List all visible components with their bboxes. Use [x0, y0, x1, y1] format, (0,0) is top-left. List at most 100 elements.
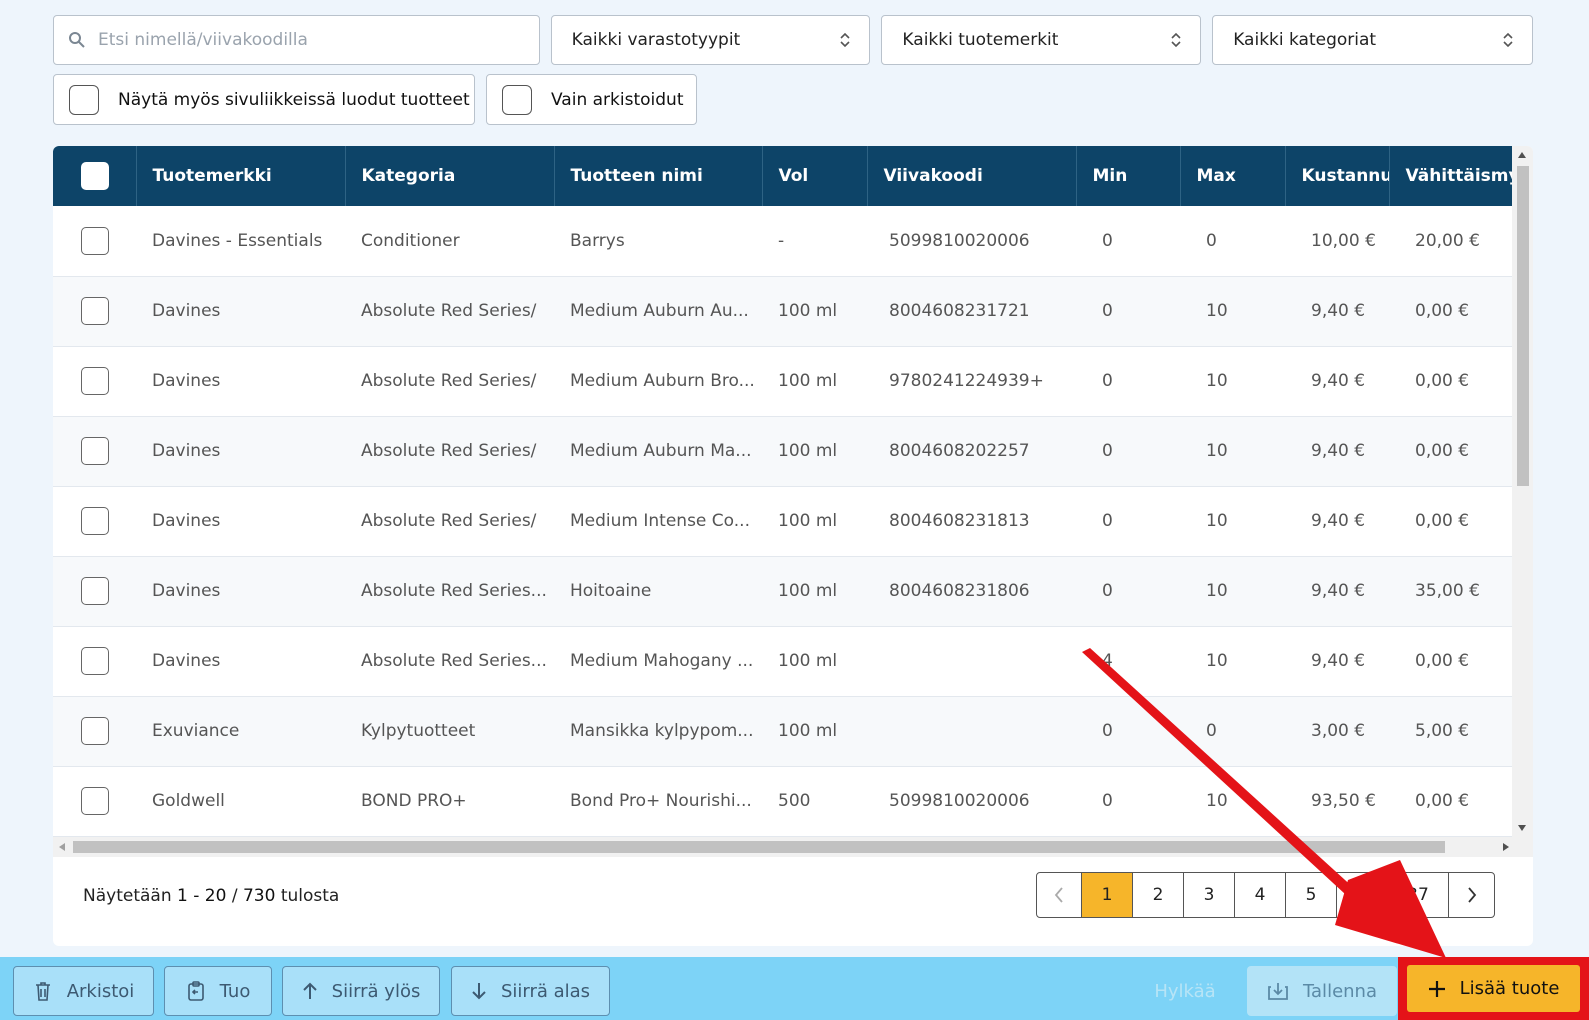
cell-barcode: 8004608202257	[889, 441, 1030, 461]
archive-button[interactable]: Arkistoi	[13, 966, 154, 1016]
row-checkbox[interactable]	[81, 787, 109, 815]
save-button[interactable]: Tallenna	[1247, 966, 1397, 1016]
row-select-cell[interactable]	[53, 206, 136, 276]
scroll-right-icon[interactable]	[1503, 843, 1509, 851]
scroll-up-icon[interactable]	[1518, 152, 1526, 158]
row-checkbox[interactable]	[81, 647, 109, 675]
move-down-button[interactable]: Siirrä alas	[451, 966, 610, 1016]
cell-category: Absolute Red Series/	[361, 301, 537, 321]
row-checkbox[interactable]	[81, 717, 109, 745]
cell-vol: 100 ml	[778, 581, 838, 601]
cell-max: 10	[1206, 651, 1228, 671]
scroll-down-icon[interactable]	[1518, 825, 1526, 831]
cell-brand: Davines	[152, 651, 221, 671]
cell-min: 0	[1102, 581, 1113, 601]
col-min[interactable]: Min	[1076, 146, 1181, 206]
row-checkbox[interactable]	[81, 437, 109, 465]
row-checkbox[interactable]	[81, 297, 109, 325]
table-row[interactable]: Davines Absolute Red Series/Medium Auburn…	[53, 416, 1512, 486]
prev-page-button[interactable]	[1037, 873, 1082, 917]
checkbox-box[interactable]	[69, 84, 99, 115]
col-brand[interactable]: Tuotemerkki	[136, 146, 346, 206]
page-button-4[interactable]: 4	[1235, 873, 1286, 917]
table-row[interactable]: Davines - Essentials Conditioner Barrys - 50…	[53, 206, 1512, 276]
table-row[interactable]: Davines Absolute Red Series/Medium Auburn…	[53, 276, 1512, 346]
row-select-cell[interactable]	[53, 346, 136, 416]
cell-retail: 35,00 €	[1415, 581, 1480, 601]
row-checkbox[interactable]	[81, 226, 109, 255]
cell-brand: Davines	[152, 581, 221, 601]
cell-category: Conditioner	[361, 230, 460, 251]
col-product-name[interactable]: Tuotteen nimi	[554, 146, 763, 206]
row-select-cell[interactable]	[53, 416, 136, 486]
cell-retail: 0,00 €	[1415, 301, 1470, 321]
move-up-label: Siirrä ylös	[331, 980, 421, 1002]
cell-barcode	[867, 626, 1076, 696]
page-button-3[interactable]: 3	[1184, 873, 1235, 917]
pagination-summary: Näytetään 1 - 20 / 730 tulosta	[83, 886, 339, 906]
col-category[interactable]: Kategoria	[345, 146, 555, 206]
import-button[interactable]: Tuo	[164, 966, 272, 1016]
col-retail[interactable]: Vähittäismy	[1389, 146, 1513, 206]
discard-button[interactable]: Hylkää	[1145, 966, 1225, 1016]
page-button-1[interactable]: 1	[1082, 873, 1133, 917]
cell-brand: Davines	[152, 371, 221, 391]
select-all-checkbox[interactable]	[81, 162, 109, 190]
col-max[interactable]: Max	[1180, 146, 1286, 206]
category-select[interactable]: Kaikki kategoriat	[1212, 15, 1533, 65]
page-button-2[interactable]: 2	[1133, 873, 1184, 917]
row-select-cell[interactable]	[53, 556, 136, 626]
col-barcode[interactable]: Viivakoodi	[867, 146, 1077, 206]
vertical-scrollbar[interactable]	[1512, 146, 1533, 837]
row-checkbox[interactable]	[81, 507, 109, 535]
search-field[interactable]	[53, 15, 540, 65]
table-row[interactable]: Davines Absolute Red Series/Medium Auburn…	[53, 346, 1512, 416]
cell-cost: 93,50 €	[1311, 791, 1376, 811]
archive-label: Arkistoi	[66, 980, 135, 1002]
next-page-button[interactable]	[1449, 873, 1494, 917]
cell-barcode: 5099810020006	[889, 791, 1030, 811]
add-product-button[interactable]: Lisää tuote	[1407, 965, 1580, 1012]
cell-product-name: Medium Mahogany ...	[570, 651, 754, 671]
cell-vol: 100 ml	[778, 651, 838, 671]
stock-type-select[interactable]: Kaikki varastotyypit	[550, 15, 871, 65]
category-value: Kaikki kategoriat	[1233, 30, 1377, 50]
table-row[interactable]: Davines Absolute Red Series... Medium Maho…	[53, 626, 1512, 696]
row-select-cell[interactable]	[53, 276, 136, 346]
col-cost[interactable]: Kustannus	[1285, 146, 1390, 206]
archived-only-checkbox[interactable]: Vain arkistoidut	[486, 74, 697, 125]
page-button-5[interactable]: 5	[1286, 873, 1337, 917]
cell-min: 0	[1102, 371, 1113, 391]
col-vol[interactable]: Vol	[762, 146, 868, 206]
row-checkbox[interactable]	[81, 577, 109, 605]
row-checkbox[interactable]	[81, 367, 109, 395]
table-row[interactable]: Goldwell BOND PRO+ Bond Pro+ Nourishi... 50…	[53, 766, 1512, 836]
row-select-cell[interactable]	[53, 696, 136, 766]
download-tray-icon	[1268, 983, 1288, 1000]
table-row[interactable]: Davines Absolute Red Series... Hoitoaine 10…	[53, 556, 1512, 626]
cell-retail: 0,00 €	[1415, 441, 1470, 461]
brand-select[interactable]: Kaikki tuotemerkit	[881, 15, 1202, 65]
checkbox-box[interactable]	[502, 84, 532, 115]
page-button-37[interactable]: 37	[1388, 873, 1449, 917]
cell-product-name: Mansikka kylpypom...	[570, 721, 754, 741]
cell-retail: 0,00 €	[1415, 651, 1470, 671]
chevron-updown-icon	[1171, 32, 1181, 48]
select-all-cell[interactable]	[53, 146, 137, 206]
move-up-button[interactable]: Siirrä ylös	[282, 966, 440, 1016]
search-input[interactable]	[98, 30, 518, 50]
cell-product-name: Hoitoaine	[570, 581, 652, 601]
table-row[interactable]: Exuviance Kylpytuotteet Mansikka kylpypom.…	[53, 696, 1512, 766]
vertical-scroll-thumb[interactable]	[1517, 166, 1529, 486]
row-select-cell[interactable]	[53, 766, 136, 836]
row-select-cell[interactable]	[53, 486, 136, 556]
show-subpage-products-checkbox[interactable]: Näytä myös sivuliikkeissä luodut tuottee…	[53, 74, 475, 125]
cell-retail: 20,00 €	[1415, 230, 1480, 251]
horizontal-scrollbar[interactable]	[53, 837, 1533, 857]
cell-cost: 10,00 €	[1311, 230, 1376, 251]
horizontal-scroll-thumb[interactable]	[73, 841, 1445, 853]
scroll-left-icon[interactable]	[59, 843, 65, 851]
table-row[interactable]: Davines Absolute Red Series/Medium Intens…	[53, 486, 1512, 556]
row-select-cell[interactable]	[53, 626, 136, 696]
cell-product-name: Medium Intense Co...	[570, 511, 750, 531]
